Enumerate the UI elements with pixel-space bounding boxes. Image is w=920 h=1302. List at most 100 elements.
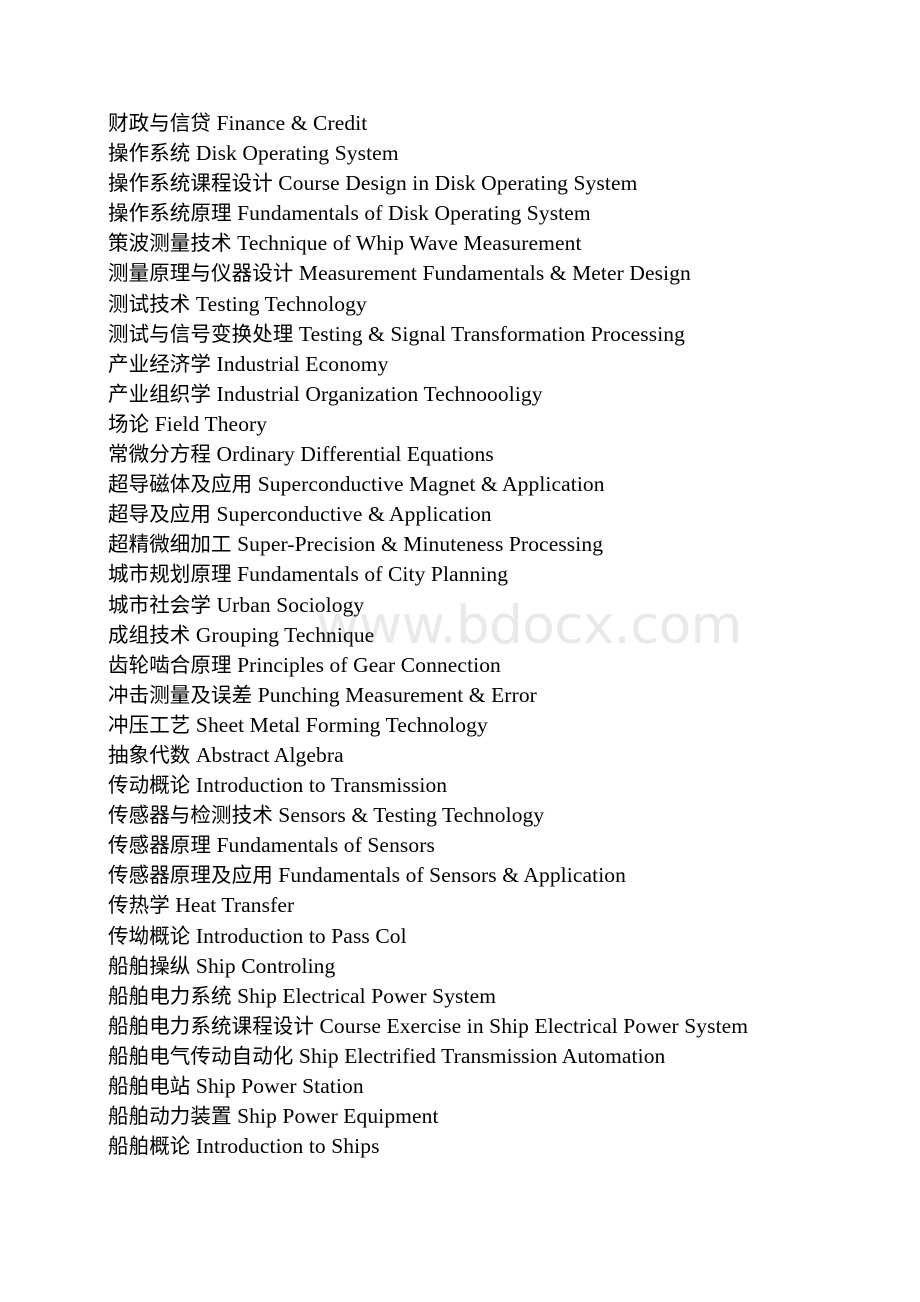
entry-term-zh: 测试与信号变换处理	[108, 321, 294, 346]
entry-term-zh: 城市规划原理	[108, 562, 232, 587]
entry-term-zh: 船舶电力系统	[108, 983, 232, 1008]
glossary-entry: 成组技术 Grouping Technique	[108, 620, 880, 650]
entry-term-zh: 场论	[108, 411, 150, 436]
entry-term-zh: 操作系统课程设计	[108, 171, 273, 196]
entry-term-en: Sheet Metal Forming Technology	[195, 712, 488, 737]
glossary-entry: 测试技术 Testing Technology	[108, 289, 880, 319]
entry-term-zh: 操作系统	[108, 141, 191, 166]
entry-term-zh: 常微分方程	[108, 442, 211, 467]
glossary-entry: 测量原理与仪器设计 Measurement Fundamentals & Met…	[108, 258, 880, 288]
entry-term-en: Technique of Whip Wave Measurement	[237, 231, 582, 256]
entry-term-zh: 传动概论	[108, 773, 191, 798]
glossary-entry: 传动概论 Introduction to Transmission	[108, 770, 880, 800]
glossary-entry: 船舶电气传动自动化 Ship Electrified Transmission …	[108, 1041, 880, 1071]
glossary-entry: 传感器原理 Fundamentals of Sensors	[108, 830, 880, 860]
entry-term-en: Industrial Economy	[216, 351, 389, 376]
entry-term-en: Testing & Signal Transformation Processi…	[298, 321, 685, 346]
glossary-entry: 冲击测量及误差 Punching Measurement & Error	[108, 680, 880, 710]
entry-term-zh: 船舶动力装置	[108, 1104, 232, 1129]
glossary-entry: 船舶概论 Introduction to Ships	[108, 1131, 880, 1161]
entry-term-en: Measurement Fundamentals & Meter Design	[298, 261, 691, 286]
entry-term-en: Grouping Technique	[195, 622, 375, 647]
entry-term-en: Heat Transfer	[175, 893, 295, 918]
entry-term-zh: 策波测量技术	[108, 231, 232, 256]
entry-term-zh: 传热学	[108, 893, 170, 918]
glossary-entry: 传坳概论 Introduction to Pass Col	[108, 921, 880, 951]
entry-term-zh: 抽象代数	[108, 742, 191, 767]
entry-term-zh: 船舶操纵	[108, 953, 191, 978]
entry-term-zh: 传感器原理	[108, 833, 211, 858]
glossary-entry: 超导及应用 Superconductive & Application	[108, 499, 880, 529]
entry-term-en: Fundamentals of Disk Operating System	[237, 201, 591, 226]
entry-term-zh: 传坳概论	[108, 923, 191, 948]
entry-term-en: Testing Technology	[195, 291, 367, 316]
glossary-entry: 传感器原理及应用 Fundamentals of Sensors & Appli…	[108, 860, 880, 890]
entry-term-zh: 船舶电力系统课程设计	[108, 1013, 314, 1038]
entry-term-zh: 超精微细加工	[108, 532, 232, 557]
entry-term-en: Field Theory	[154, 411, 268, 436]
entry-term-en: Superconductive Magnet & Application	[257, 472, 605, 497]
glossary-entry: 船舶电站 Ship Power Station	[108, 1071, 880, 1101]
entry-term-en: Fundamentals of City Planning	[237, 562, 509, 587]
glossary-entry: 船舶操纵 Ship Controling	[108, 951, 880, 981]
glossary-entry: 超导磁体及应用 Superconductive Magnet & Applica…	[108, 469, 880, 499]
entry-term-en: Ship Electrified Transmission Automation	[298, 1043, 666, 1068]
entry-term-zh: 传感器与检测技术	[108, 803, 273, 828]
glossary-entry: 传感器与检测技术 Sensors & Testing Technology	[108, 800, 880, 830]
entry-term-en: Punching Measurement & Error	[257, 682, 537, 707]
glossary-entry: 城市规划原理 Fundamentals of City Planning	[108, 559, 880, 589]
entry-term-zh: 船舶电气传动自动化	[108, 1043, 294, 1068]
entry-term-zh: 测试技术	[108, 291, 191, 316]
entry-term-zh: 冲击测量及误差	[108, 682, 253, 707]
entry-term-zh: 超导及应用	[108, 502, 211, 527]
entry-term-zh: 船舶概论	[108, 1134, 191, 1159]
entry-term-en: Introduction to Ships	[195, 1134, 380, 1159]
glossary-entry: 常微分方程 Ordinary Differential Equations	[108, 439, 880, 469]
entry-term-en: Ordinary Differential Equations	[216, 442, 494, 467]
entry-term-zh: 产业经济学	[108, 351, 211, 376]
entry-term-en: Course Design in Disk Operating System	[278, 171, 638, 196]
entry-term-en: Course Exercise in Ship Electrical Power…	[319, 1013, 749, 1038]
glossary-entry: 冲压工艺 Sheet Metal Forming Technology	[108, 710, 880, 740]
glossary-entry: 操作系统原理 Fundamentals of Disk Operating Sy…	[108, 198, 880, 228]
entry-term-zh: 测量原理与仪器设计	[108, 261, 294, 286]
entry-term-zh: 传感器原理及应用	[108, 863, 273, 888]
entry-term-zh: 产业组织学	[108, 381, 211, 406]
glossary-list: 财政与信贷 Finance & Credit 操作系统 Disk Operatin…	[108, 108, 880, 1161]
glossary-entry: 操作系统课程设计 Course Design in Disk Operating…	[108, 168, 880, 198]
glossary-entry: 城市社会学 Urban Sociology	[108, 590, 880, 620]
entry-term-en: Super-Precision & Minuteness Processing	[237, 532, 604, 557]
entry-term-en: Industrial Organization Technoooligy	[216, 381, 543, 406]
glossary-entry: 船舶动力装置 Ship Power Equipment	[108, 1101, 880, 1131]
entry-term-en: Superconductive & Application	[216, 502, 492, 527]
glossary-entry: 抽象代数 Abstract Algebra	[108, 740, 880, 770]
entry-term-en: Finance & Credit	[216, 111, 368, 135]
glossary-entry: 船舶电力系统 Ship Electrical Power System	[108, 981, 880, 1011]
entry-term-en: Sensors & Testing Technology	[278, 803, 545, 828]
entry-term-zh: 超导磁体及应用	[108, 472, 253, 497]
entry-term-en: Ship Power Station	[195, 1074, 364, 1098]
entry-term-zh: 操作系统原理	[108, 201, 232, 226]
entry-term-en: Urban Sociology	[216, 592, 365, 617]
glossary-entry: 产业组织学 Industrial Organization Technoooli…	[108, 379, 880, 409]
entry-term-zh: 船舶电站	[108, 1074, 191, 1098]
entry-term-en: Fundamentals of Sensors	[216, 833, 435, 858]
entry-term-zh: 成组技术	[108, 622, 191, 647]
glossary-entry: 场论 Field Theory	[108, 409, 880, 439]
entry-term-en: Abstract Algebra	[195, 742, 344, 767]
glossary-entry: 财政与信贷 Finance & Credit	[108, 108, 880, 138]
entry-term-en: Introduction to Pass Col	[195, 923, 407, 948]
glossary-entry: 产业经济学 Industrial Economy	[108, 349, 880, 379]
entry-term-en: Principles of Gear Connection	[237, 652, 501, 677]
glossary-entry: 测试与信号变换处理 Testing & Signal Transformatio…	[108, 319, 880, 349]
entry-term-en: Ship Controling	[195, 953, 336, 978]
glossary-entry: 船舶电力系统课程设计 Course Exercise in Ship Elect…	[108, 1011, 880, 1041]
entry-term-en: Ship Power Equipment	[237, 1104, 439, 1129]
entry-term-en: Introduction to Transmission	[195, 773, 448, 798]
entry-term-en: Ship Electrical Power System	[237, 983, 497, 1008]
entry-term-zh: 齿轮啮合原理	[108, 652, 232, 677]
glossary-entry: 齿轮啮合原理 Principles of Gear Connection	[108, 650, 880, 680]
glossary-entry: 策波测量技术 Technique of Whip Wave Measuremen…	[108, 228, 880, 258]
entry-term-zh: 城市社会学	[108, 592, 211, 617]
glossary-entry: 操作系统 Disk Operating System	[108, 138, 880, 168]
